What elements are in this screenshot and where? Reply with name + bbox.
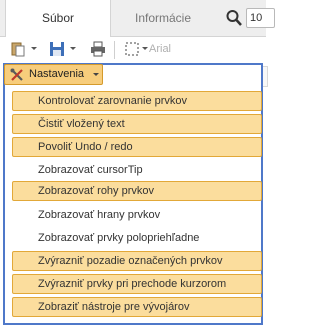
toolbar-row-1: Arial (0, 38, 266, 62)
menu-item-kontrolovat-zarovnanie[interactable]: Kontrolovať zarovnanie prvkov (12, 91, 262, 111)
page-number-input[interactable]: 10 (246, 8, 275, 28)
selection-dropdown-arrow[interactable] (142, 47, 148, 50)
paste-dropdown-arrow[interactable] (31, 47, 37, 50)
print-icon[interactable] (90, 41, 106, 57)
selection-frame-icon[interactable] (124, 41, 140, 57)
search-icon[interactable] (226, 9, 242, 27)
font-name-field[interactable]: Arial (149, 43, 171, 55)
chevron-down-icon (93, 73, 99, 76)
settings-button[interactable]: Nastavenia (4, 64, 103, 85)
settings-menu: Kontrolovať zarovnanie prvkov Čistiť vlo… (3, 63, 263, 325)
tab-subor[interactable]: Súbor (5, 0, 111, 37)
menu-item-nastroje-pre-vyvojarov[interactable]: Zobraziť nástroje pre vývojárov (12, 297, 262, 317)
menu-item-cistit-vlozeny-text[interactable]: Čistiť vložený text (12, 114, 262, 134)
menu-item-zvyraznit-pozadie[interactable]: Zvýrazniť pozadie označených prvkov (12, 251, 262, 271)
menu-item-zobrazovat-rohy[interactable]: Zobrazovať rohy prvkov (12, 181, 262, 201)
menu-item-zobrazovat-cursortip[interactable]: Zobrazovať cursorTip (12, 160, 262, 180)
toolbar-separator (114, 41, 115, 59)
menu-item-povolit-undo-redo[interactable]: Povoliť Undo / redo (12, 137, 262, 157)
paste-icon[interactable] (10, 41, 26, 57)
tab-bar: Súbor Informácie 10 (0, 0, 275, 37)
save-dropdown-arrow[interactable] (70, 47, 76, 50)
wrench-screwdriver-icon (10, 68, 23, 81)
tab-informacie[interactable]: Informácie (112, 0, 214, 36)
menu-item-zobrazovat-hrany[interactable]: Zobrazovať hrany prvkov (12, 205, 262, 225)
menu-item-polopriehladne[interactable]: Zobrazovať prvky polopriehľadne (12, 228, 262, 248)
menu-item-zvyraznit-pri-prechode[interactable]: Zvýrazniť prvky pri prechode kurzorom (12, 274, 262, 294)
settings-button-label: Nastavenia (29, 68, 85, 80)
save-icon[interactable] (49, 41, 65, 57)
